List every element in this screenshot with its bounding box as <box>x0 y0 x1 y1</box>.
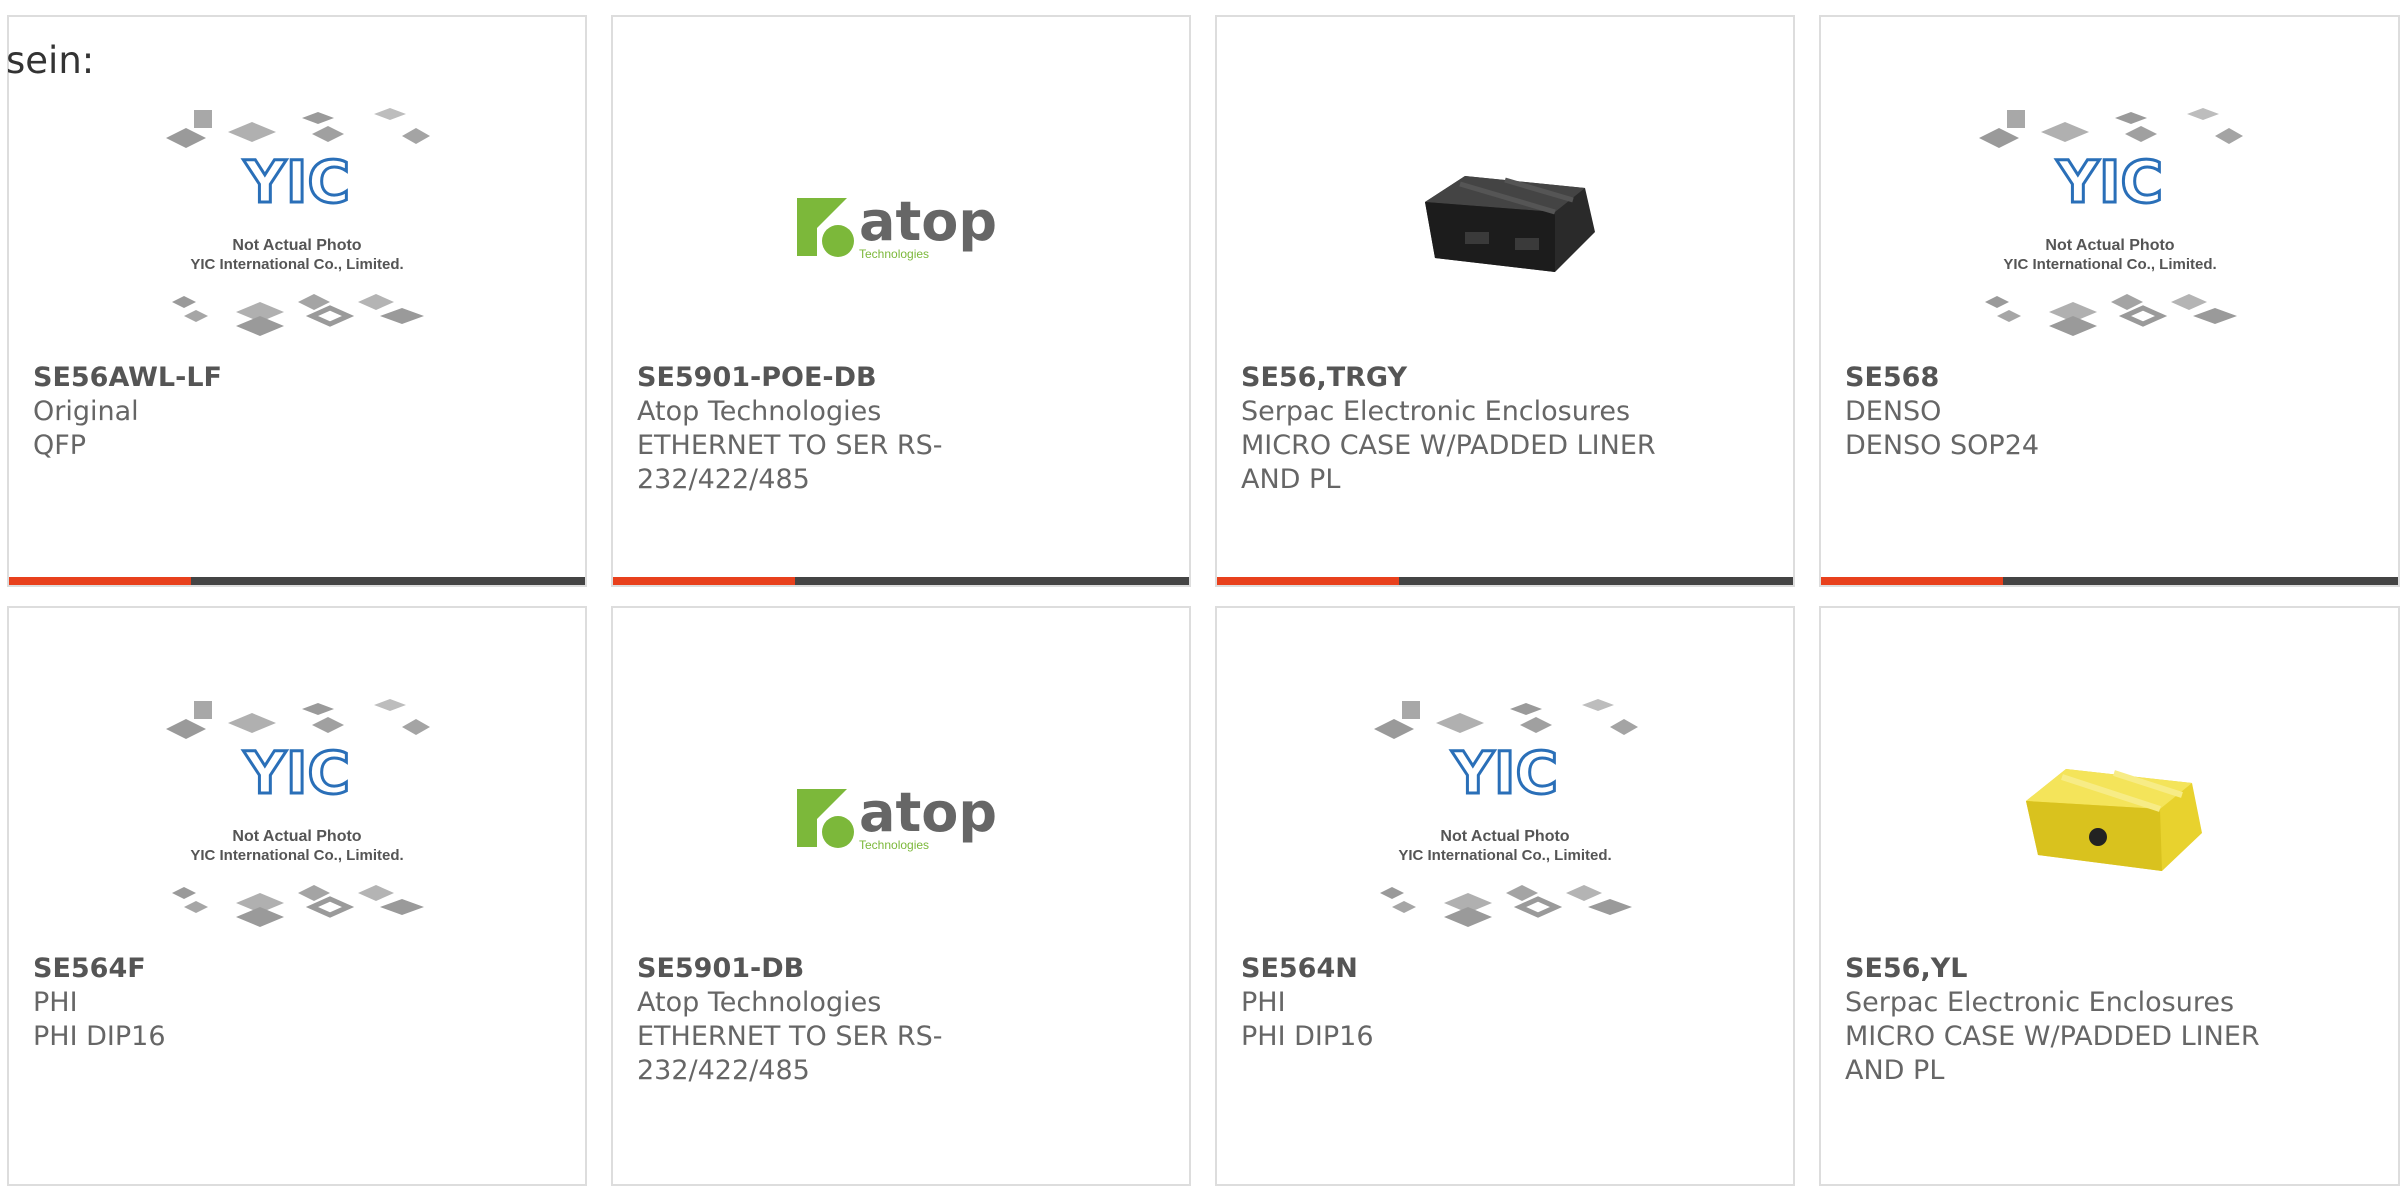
description: DENSO SOP24 <box>1845 430 2040 461</box>
yic-placeholder-image: YIC Not Actual Photo YIC International C… <box>166 108 430 336</box>
svg-text:YIC International Co., Limited: YIC International Co., Limited. <box>190 256 403 273</box>
manufacturer: Serpac Electronic Enclosures <box>1845 987 2235 1018</box>
product-card[interactable]: YIC Not Actual Photo YIC International C… <box>7 606 587 1186</box>
manufacturer: Original <box>33 396 139 427</box>
part-number[interactable]: SE5901-DB <box>637 952 1107 986</box>
manufacturer: Atop Technologies <box>637 396 882 427</box>
description: 232/422/485 <box>637 464 810 495</box>
product-image[interactable]: atop Technologies <box>613 678 1189 958</box>
part-number[interactable]: SE564N <box>1241 952 1711 986</box>
product-card[interactable]: atop Technologies SE5901-POE-DB Atop Tec… <box>611 15 1191 587</box>
product-card[interactable]: SE56,YL Serpac Electronic Enclosures MIC… <box>1819 606 2400 1186</box>
part-number[interactable]: SE56,YL <box>1845 952 2315 986</box>
atop-logo-image: atop Technologies <box>797 781 997 852</box>
manufacturer: PHI <box>33 987 78 1018</box>
product-card[interactable]: YIC Not Actual Photo YIC International C… <box>1215 606 1795 1186</box>
product-image[interactable]: YIC Not Actual Photo YIC International C… <box>9 87 585 367</box>
description: PHI DIP16 <box>1241 1021 1374 1052</box>
part-number[interactable]: SE56,TRGY <box>1241 361 1711 395</box>
manufacturer: DENSO <box>1845 396 1942 427</box>
card-bottom-bar <box>1821 577 2398 585</box>
card-bottom-bar <box>613 577 1189 585</box>
description: ETHERNET TO SER RS- <box>637 1021 943 1052</box>
manufacturer: Serpac Electronic Enclosures <box>1241 396 1631 427</box>
svg-text:Not Actual Photo: Not Actual Photo <box>2045 237 2174 254</box>
description: PHI DIP16 <box>33 1021 166 1052</box>
svg-text:YIC International Co., Limited: YIC International Co., Limited. <box>190 847 403 864</box>
product-card[interactable]: YIC Not Actual Photo YIC International C… <box>1819 15 2400 587</box>
product-image[interactable]: YIC Not Actual Photo YIC International C… <box>9 678 585 958</box>
yellow-case-image <box>2025 769 2202 871</box>
description: MICRO CASE W/PADDED LINER <box>1845 1021 2260 1052</box>
atop-wordmark: atop <box>859 190 997 253</box>
description: MICRO CASE W/PADDED LINER <box>1241 430 1656 461</box>
description: QFP <box>33 430 87 461</box>
svg-text:Technologies: Technologies <box>859 838 929 852</box>
yic-logo: YIC <box>1451 739 1558 807</box>
yic-logo: YIC <box>2055 148 2162 216</box>
atop-wordmark: atop <box>859 781 997 844</box>
product-image[interactable]: atop Technologies <box>613 87 1189 367</box>
svg-text:Not Actual Photo: Not Actual Photo <box>232 237 361 254</box>
yic-placeholder-image: YIC Not Actual Photo YIC International C… <box>166 699 430 927</box>
description: AND PL <box>1845 1055 1945 1086</box>
product-card[interactable]: YIC Not Actual Photo YIC International C… <box>7 15 587 587</box>
part-number[interactable]: SE5901-POE-DB <box>637 361 1107 395</box>
card-bottom-bar <box>1217 577 1793 585</box>
svg-text:YIC International Co., Limited: YIC International Co., Limited. <box>1398 847 1611 864</box>
svg-text:Not Actual Photo: Not Actual Photo <box>232 828 361 845</box>
card-bottom-bar <box>9 577 585 585</box>
part-number[interactable]: SE56AWL-LF <box>33 361 503 395</box>
black-case-image <box>1425 176 1595 272</box>
yic-logo: YIC <box>243 148 350 216</box>
description: AND PL <box>1241 464 1341 495</box>
product-card[interactable]: atop Technologies SE5901-DB Atop Technol… <box>611 606 1191 1186</box>
description: ETHERNET TO SER RS- <box>637 430 943 461</box>
atop-logo-image: atop Technologies <box>797 190 997 261</box>
page-label: sein: <box>6 39 95 82</box>
product-image[interactable]: YIC Not Actual Photo YIC International C… <box>1217 678 1793 958</box>
manufacturer: PHI <box>1241 987 1286 1018</box>
product-image[interactable] <box>1821 678 2398 958</box>
part-number[interactable]: SE568 <box>1845 361 2315 395</box>
product-card[interactable]: SE56,TRGY Serpac Electronic Enclosures M… <box>1215 15 1795 587</box>
manufacturer: Atop Technologies <box>637 987 882 1018</box>
svg-text:Not Actual Photo: Not Actual Photo <box>1440 828 1569 845</box>
svg-text:Technologies: Technologies <box>859 247 929 261</box>
part-number[interactable]: SE564F <box>33 952 503 986</box>
product-image[interactable] <box>1217 87 1793 367</box>
svg-text:YIC International Co., Limited: YIC International Co., Limited. <box>2003 256 2216 273</box>
product-image[interactable]: YIC Not Actual Photo YIC International C… <box>1821 87 2398 367</box>
description: 232/422/485 <box>637 1055 810 1086</box>
yic-placeholder-image: YIC Not Actual Photo YIC International C… <box>1978 108 2243 336</box>
yic-logo: YIC <box>243 739 350 807</box>
yic-placeholder-image: YIC Not Actual Photo YIC International C… <box>1374 699 1638 927</box>
